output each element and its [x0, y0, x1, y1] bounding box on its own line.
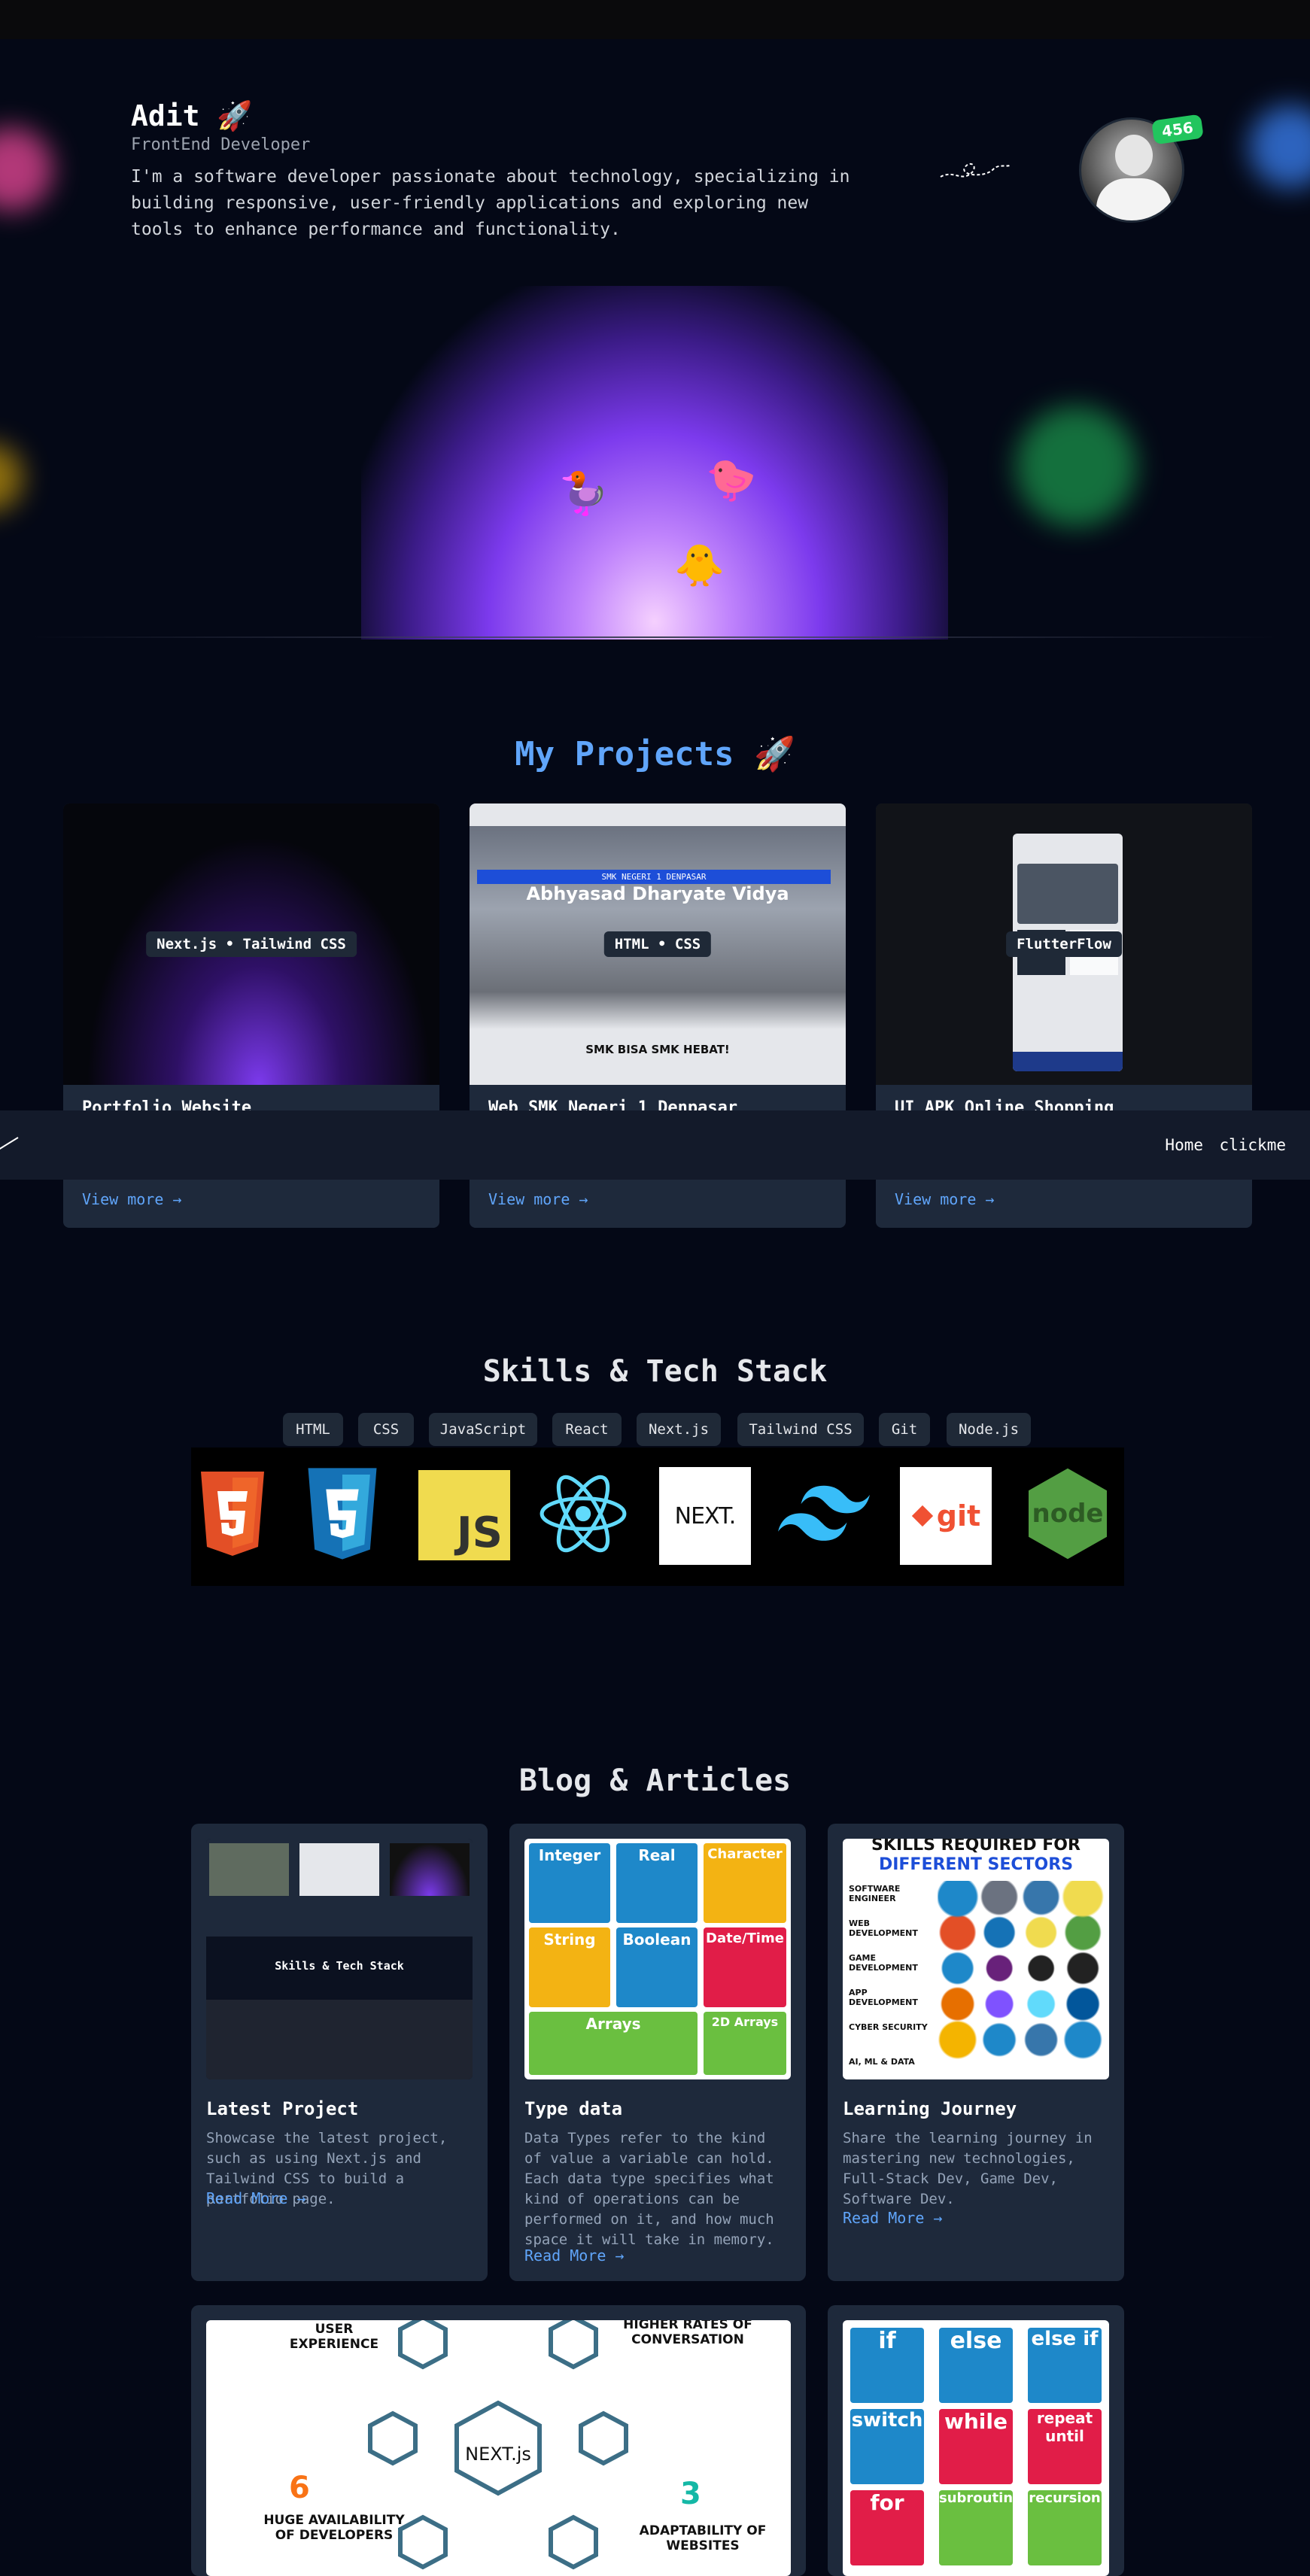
- squiggle-doodle: [940, 163, 1012, 178]
- yellow-glow-blob: [0, 444, 23, 512]
- git-logo-text: git: [936, 1499, 981, 1533]
- hero-bio: I'm a software developer passionate abou…: [131, 167, 850, 239]
- skill-pill-css: CSS: [358, 1413, 414, 1446]
- data-type-cell: Real: [616, 1843, 698, 1923]
- sector-row-label: APP DEVELOPMENT: [849, 1988, 918, 2007]
- skill-pill-tailwind: Tailwind CSS: [737, 1413, 864, 1446]
- hero-divider: [30, 636, 1280, 638]
- paper-plane-icon: [0, 1137, 19, 1150]
- thumb-footer: SMK BISA SMK HEBAT!: [585, 1043, 730, 1056]
- conditional-cell: else if: [1028, 2328, 1102, 2403]
- top-bar: [0, 0, 1310, 39]
- nav-clickme-link[interactable]: clickme: [1219, 1136, 1286, 1154]
- data-type-cell: Boolean: [616, 1927, 698, 2007]
- view-more-link[interactable]: View more →: [82, 1190, 181, 1208]
- skill-pill-html: HTML: [283, 1413, 343, 1446]
- read-more-link[interactable]: Read More →: [843, 2209, 942, 2227]
- green-glow-blob: [1016, 406, 1136, 527]
- pink-glow-blob: [0, 128, 53, 211]
- react-logo-icon: [537, 1466, 629, 1562]
- hero-role: FrontEnd Developer: [131, 135, 311, 154]
- blog-card-type-data[interactable]: Integer Real Character String Boolean Da…: [509, 1824, 806, 2281]
- sector-row-label: WEB DEVELOPMENT: [849, 1918, 918, 1938]
- read-more-link[interactable]: Read More →: [206, 2189, 305, 2207]
- conditional-cell: while: [939, 2409, 1013, 2484]
- skill-pill-nodejs: Node.js: [947, 1413, 1031, 1446]
- nextjs-center-logo: NEXT.js: [465, 2444, 531, 2465]
- thumb-heading: Skills & Tech Stack: [275, 1959, 404, 1973]
- skills-title: Skills & Tech Stack: [482, 1354, 828, 1389]
- nav-home-link[interactable]: Home: [1165, 1136, 1203, 1154]
- conditional-cell: switch: [850, 2409, 924, 2484]
- data-type-cell: Integer: [529, 1843, 610, 1923]
- data-type-cell: Character: [704, 1843, 786, 1923]
- conditional-cell: for: [850, 2490, 924, 2565]
- blog-card-nextjs[interactable]: USER EXPERIENCE HIGHER RATES OF CONVERSA…: [191, 2305, 806, 2576]
- purple-light-glow: [361, 286, 948, 639]
- data-type-cell: 2D Arrays: [704, 2012, 786, 2075]
- tailwind-logo-icon: [778, 1466, 870, 1562]
- thumb-header: SMK NEGERI 1 DENPASAR: [477, 870, 831, 884]
- blog-thumbnail: SKILLS REQUIRED FOR DIFFERENT SECTORS SO…: [843, 1839, 1109, 2079]
- blog-card-latest-project[interactable]: Skills & Tech Stack Latest Project Showc…: [191, 1824, 488, 2281]
- css3-logo-icon: [296, 1466, 388, 1562]
- blog-card-learning-journey[interactable]: SKILLS REQUIRED FOR DIFFERENT SECTORS SO…: [828, 1824, 1124, 2281]
- nodejs-logo-icon: node: [1022, 1466, 1114, 1562]
- view-more-link[interactable]: View more →: [488, 1190, 588, 1208]
- javascript-logo-icon: JS: [418, 1470, 510, 1560]
- nextjs-feature-number: 3: [680, 2477, 701, 2511]
- nextjs-logo-icon: NEXT.: [659, 1467, 751, 1565]
- view-more-link[interactable]: View more →: [895, 1190, 994, 1208]
- visitor-count-badge: 456: [1151, 114, 1204, 145]
- project-tech-tag: FlutterFlow: [1006, 931, 1122, 957]
- conditional-cell: repeat until: [1028, 2409, 1102, 2484]
- conditional-cell: if: [850, 2328, 924, 2403]
- project-tech-tag: Next.js • Tailwind CSS: [146, 931, 357, 957]
- project-tech-tag: HTML • CSS: [603, 931, 712, 957]
- blog-card-conditionals[interactable]: if else else if switch while repeat unti…: [828, 2305, 1124, 2576]
- language-icon-grid: [938, 1881, 1105, 2079]
- blog-card-title: Learning Journey: [843, 2098, 1017, 2119]
- skill-pill-react: React: [552, 1413, 622, 1446]
- git-logo-icon: git: [900, 1467, 992, 1565]
- skill-pill-nextjs: Next.js: [637, 1413, 721, 1446]
- sector-row-label: SOFTWARE ENGINEER: [849, 1884, 901, 1903]
- blog-card-desc: Share the learning journey in mastering …: [843, 2130, 1093, 2207]
- sector-row-label: AI, ML & DATA: [849, 2057, 915, 2067]
- projects-title: My Projects 🚀: [515, 735, 795, 773]
- nodejs-logo-text: node: [1032, 1499, 1104, 1529]
- thumb-heading: SKILLS REQUIRED FOR: [871, 1839, 1081, 1855]
- sector-row-label: GAME DEVELOPMENT: [849, 1953, 918, 1973]
- floating-navbar: Home clickme: [0, 1110, 1310, 1180]
- conditional-cell: else: [939, 2328, 1013, 2403]
- data-type-cell: Date/Time: [704, 1927, 786, 2007]
- blog-title: Blog & Articles: [518, 1763, 792, 1798]
- blog-card-title: Latest Project: [206, 2098, 359, 2119]
- blog-card-desc: Data Types refer to the kind of value a …: [524, 2130, 774, 2248]
- hero-name: Adit 🚀: [131, 99, 253, 132]
- read-more-link[interactable]: Read More →: [524, 2246, 624, 2265]
- sector-row-label: CYBER SECURITY: [849, 2022, 928, 2032]
- conditional-cell: subroutine: [939, 2490, 1022, 2565]
- html5-logo-icon: [191, 1466, 278, 1562]
- thumb-heading: Abhyasad Dharyate Vidya: [526, 883, 789, 904]
- conditional-cell: recursion: [1028, 2490, 1102, 2565]
- blog-thumbnail: USER EXPERIENCE HIGHER RATES OF CONVERSA…: [206, 2320, 791, 2576]
- nextjs-feature-number: 6: [289, 2471, 310, 2505]
- blog-card-title: Type data: [524, 2098, 623, 2119]
- orange-duck-icon: 🐥: [674, 542, 725, 589]
- blog-thumbnail: Integer Real Character String Boolean Da…: [524, 1839, 791, 2079]
- thumb-subheading: DIFFERENT SECTORS: [878, 1855, 1074, 1874]
- pink-duck-icon: 🐤: [706, 456, 757, 503]
- blog-thumbnail: if else else if switch while repeat unti…: [843, 2320, 1109, 2576]
- blog-thumbnail: Skills & Tech Stack: [206, 1839, 473, 2079]
- data-type-cell: String: [529, 1927, 610, 2007]
- skill-pill-git: Git: [879, 1413, 930, 1446]
- tech-logo-marquee: JS NEXT. git node: [191, 1447, 1124, 1586]
- purple-duck-icon: 🦆: [558, 469, 609, 517]
- skill-pill-javascript: JavaScript: [429, 1413, 537, 1446]
- blue-glow-blob: [1249, 105, 1310, 188]
- data-type-cell: Arrays: [529, 2012, 698, 2075]
